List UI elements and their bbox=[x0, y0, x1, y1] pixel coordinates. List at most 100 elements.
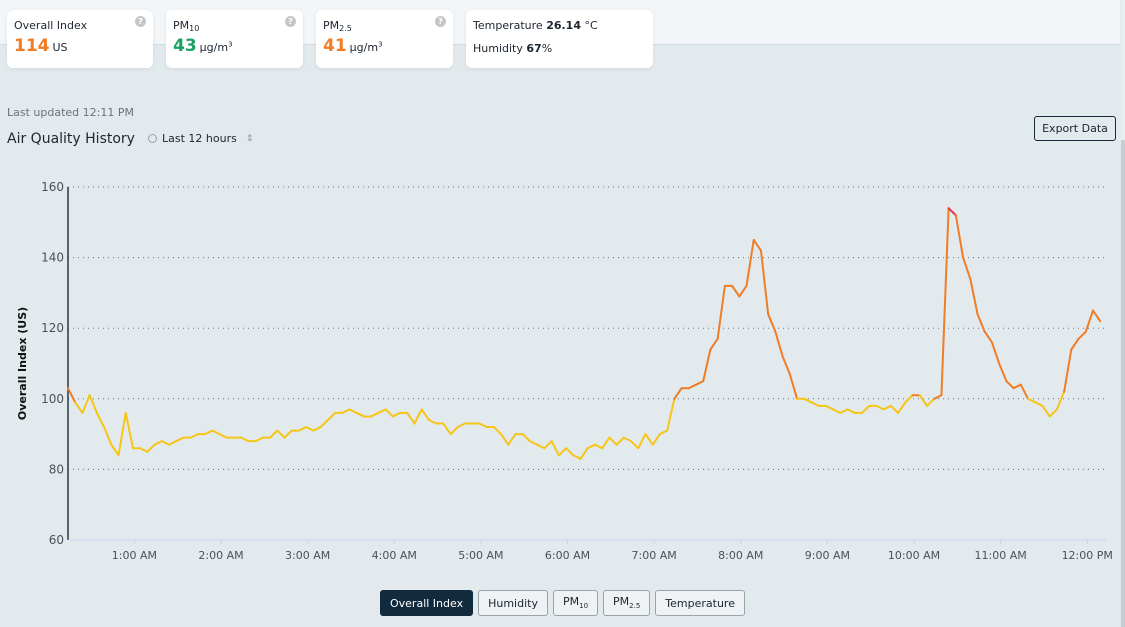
line-segment bbox=[218, 433, 228, 439]
button-label: PM bbox=[562, 595, 580, 609]
x-tick-label: 12:00 PM bbox=[1062, 549, 1113, 562]
help-icon[interactable]: ? bbox=[435, 16, 446, 27]
unit-sup: 3 bbox=[228, 40, 233, 49]
metric-button-pm-25[interactable]: PM2.5 bbox=[603, 590, 651, 616]
x-tick-label: 4:00 AM bbox=[372, 549, 417, 562]
line-segment bbox=[427, 418, 438, 425]
chevron-updown-icon: ⇕ bbox=[245, 133, 254, 144]
air-quality-chart: 60 80 100 120 140 160 1:00 AM 2:00 AM 3:00 AM 4:0… bbox=[16, 180, 1113, 562]
line-segment bbox=[413, 408, 423, 425]
line-segment bbox=[283, 429, 293, 439]
line-segment bbox=[788, 373, 799, 400]
metric-button-overall-index[interactable]: Overall Index bbox=[380, 590, 474, 616]
line-segment bbox=[160, 440, 171, 446]
line-segment bbox=[940, 207, 950, 397]
line-segment bbox=[622, 436, 633, 443]
export-data-button[interactable]: Export Data bbox=[1034, 116, 1116, 141]
line-segment bbox=[731, 284, 741, 298]
line-segment bbox=[74, 401, 84, 414]
line-segment bbox=[716, 284, 726, 340]
button-label: Humidity bbox=[488, 596, 538, 610]
line-segment bbox=[507, 433, 517, 446]
line-segment bbox=[752, 238, 762, 252]
line-segment bbox=[565, 447, 575, 457]
line-segment bbox=[593, 443, 604, 450]
pm10-value: 43 µg/m3 bbox=[173, 36, 233, 56]
line-segment bbox=[1084, 309, 1095, 333]
line-segment bbox=[824, 404, 835, 411]
line-segment bbox=[687, 383, 697, 390]
x-tick-label: 10:00 AM bbox=[888, 549, 940, 562]
x-tick-label: 6:00 AM bbox=[545, 549, 590, 562]
line-segment bbox=[673, 387, 683, 400]
line-segment bbox=[832, 408, 842, 414]
line-segment bbox=[550, 440, 560, 457]
label-text: PM bbox=[323, 19, 340, 32]
card-label: PM10 bbox=[173, 19, 199, 33]
metric-button-humidity[interactable]: Humidity bbox=[478, 590, 548, 616]
line-segment bbox=[95, 411, 106, 429]
line-segment bbox=[947, 207, 957, 217]
line-segment bbox=[1012, 383, 1022, 390]
line-segment bbox=[889, 404, 900, 414]
y-tick-label: 100 bbox=[41, 392, 64, 406]
overall-index-card: Overall Index ? 114 US bbox=[7, 10, 153, 68]
metric-button-pm-10[interactable]: PM10 bbox=[552, 590, 599, 616]
line-segment bbox=[103, 426, 113, 446]
line-segment bbox=[1092, 309, 1102, 323]
line-segment bbox=[341, 408, 351, 414]
time-range-select[interactable]: Last 12 hours ⇕ bbox=[148, 132, 253, 145]
line-segment bbox=[456, 422, 467, 429]
line-segment bbox=[557, 447, 568, 457]
x-tick-label: 8:00 AM bbox=[718, 549, 763, 562]
line-segment bbox=[139, 447, 149, 453]
line-segment bbox=[658, 429, 669, 436]
line-segment bbox=[572, 454, 582, 460]
line-segment bbox=[81, 394, 91, 414]
value-number: 41 bbox=[323, 36, 347, 56]
humidity-unit: % bbox=[541, 42, 553, 55]
x-tick-label: 1:00 AM bbox=[112, 549, 157, 562]
y-tick-label: 120 bbox=[41, 321, 64, 335]
line-segment bbox=[406, 411, 416, 425]
label-subscript: 2.5 bbox=[339, 24, 352, 33]
humidity-value: 67 bbox=[526, 42, 542, 55]
line-segment bbox=[211, 429, 221, 436]
pm10-card: PM10 ? 43 µg/m3 bbox=[166, 10, 303, 68]
time-range-value: Last 12 hours bbox=[162, 132, 237, 145]
line-segment bbox=[1005, 380, 1015, 390]
line-segment bbox=[1077, 330, 1087, 340]
line-segment bbox=[449, 426, 459, 436]
line-segment bbox=[651, 433, 661, 446]
line-segment bbox=[67, 387, 77, 404]
line-segment bbox=[897, 401, 907, 414]
line-segment bbox=[904, 394, 914, 404]
temperature-label: Temperature bbox=[473, 19, 543, 32]
line-segment bbox=[1063, 348, 1073, 393]
line-segment bbox=[759, 249, 770, 316]
line-segment bbox=[745, 238, 755, 287]
line-segment bbox=[1034, 401, 1044, 407]
y-tick-label: 60 bbox=[49, 533, 64, 547]
help-icon[interactable]: ? bbox=[285, 16, 296, 27]
line-segment bbox=[1048, 408, 1058, 418]
help-icon[interactable]: ? bbox=[135, 16, 146, 27]
button-label: PM bbox=[613, 595, 630, 609]
line-segment bbox=[521, 433, 531, 443]
metric-button-temperature[interactable]: Temperature bbox=[655, 590, 745, 616]
line-segment bbox=[420, 408, 430, 421]
unit-text: µg/m bbox=[349, 41, 379, 54]
line-segment bbox=[861, 404, 871, 414]
line-segment bbox=[478, 422, 488, 429]
line-segment bbox=[976, 313, 986, 333]
line-segment bbox=[875, 404, 885, 411]
temperature-unit: °C bbox=[584, 19, 598, 32]
line-segment bbox=[536, 443, 546, 450]
line-segment bbox=[810, 401, 820, 407]
line-segment bbox=[738, 284, 748, 298]
y-axis-label: Overall Index (US) bbox=[16, 307, 29, 420]
line-segment bbox=[962, 256, 972, 280]
line-segment bbox=[666, 397, 676, 432]
line-segment bbox=[846, 408, 856, 414]
line-segment bbox=[1019, 383, 1030, 400]
